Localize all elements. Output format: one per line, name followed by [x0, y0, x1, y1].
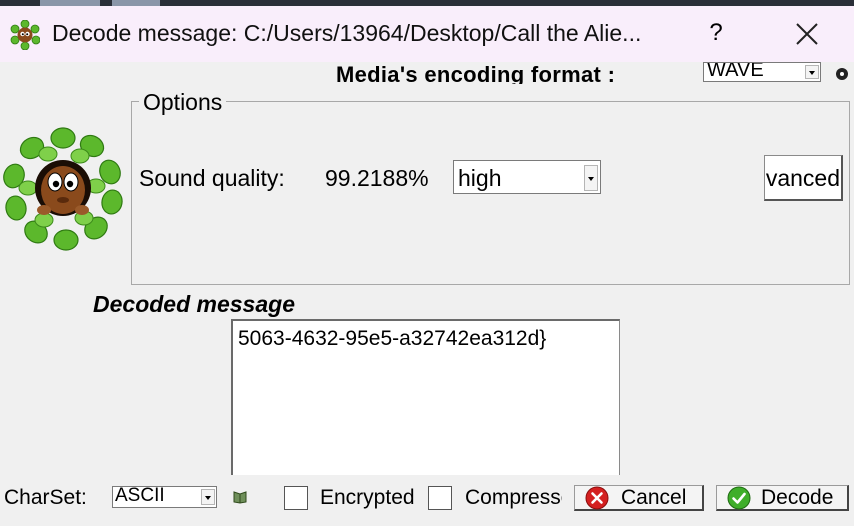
close-button[interactable]	[782, 10, 832, 58]
chevron-down-icon[interactable]	[201, 489, 215, 505]
green-check-circle-icon	[727, 486, 751, 510]
chevron-down-icon[interactable]	[805, 65, 819, 79]
help-button[interactable]: ?	[692, 10, 740, 58]
format-radio-button[interactable]	[836, 68, 848, 80]
book-icon[interactable]	[232, 490, 248, 504]
encrypted-label: Encrypted	[320, 486, 415, 509]
options-legend: Options	[139, 89, 227, 116]
charset-label: CharSet:	[4, 486, 87, 509]
advanced-button-label: Advanced	[765, 165, 840, 191]
charset-select[interactable]: ASCII	[112, 485, 217, 508]
decoded-message-text: 5063-4632-95e5-a32742ea312d}	[238, 327, 547, 350]
window-title: Decode message: C:/Users/13964/Desktop/C…	[52, 20, 642, 46]
sound-quality-value: 99.2188%	[325, 165, 429, 191]
encoding-format-select[interactable]: WAVE	[703, 62, 821, 82]
advanced-button[interactable]: Advanced	[764, 155, 843, 201]
sound-quality-label: Sound quality:	[139, 165, 285, 191]
decoded-message-label: Decoded message	[93, 291, 295, 317]
encrypted-checkbox[interactable]	[284, 486, 308, 510]
encoding-format-value: WAVE	[707, 62, 764, 81]
cancel-button-label: Cancel	[621, 486, 687, 509]
decoded-message-textarea[interactable]: 5063-4632-95e5-a32742ea312d}	[231, 319, 620, 479]
chevron-down-icon[interactable]	[584, 165, 598, 191]
quality-select-value: high	[458, 165, 502, 191]
encoding-format-label: Media's encoding format :	[336, 62, 616, 84]
quality-select[interactable]: high	[453, 160, 601, 194]
close-x-icon	[796, 23, 818, 45]
cancel-button[interactable]: Cancel	[574, 485, 704, 511]
charset-select-value: ASCII	[115, 485, 165, 506]
red-x-circle-icon	[585, 486, 609, 510]
compressed-checkbox[interactable]	[428, 486, 452, 510]
alien-leaf-app-icon	[10, 20, 40, 50]
question-mark-icon: ?	[709, 19, 723, 46]
decode-button-label: Decode	[761, 486, 834, 509]
title-bar[interactable]: Decode message: C:/Users/13964/Desktop/C…	[0, 6, 854, 62]
alien-in-leaves-mascot	[3, 127, 123, 251]
decode-button[interactable]: Decode	[716, 485, 849, 511]
compressed-label: Compressed	[465, 486, 562, 509]
